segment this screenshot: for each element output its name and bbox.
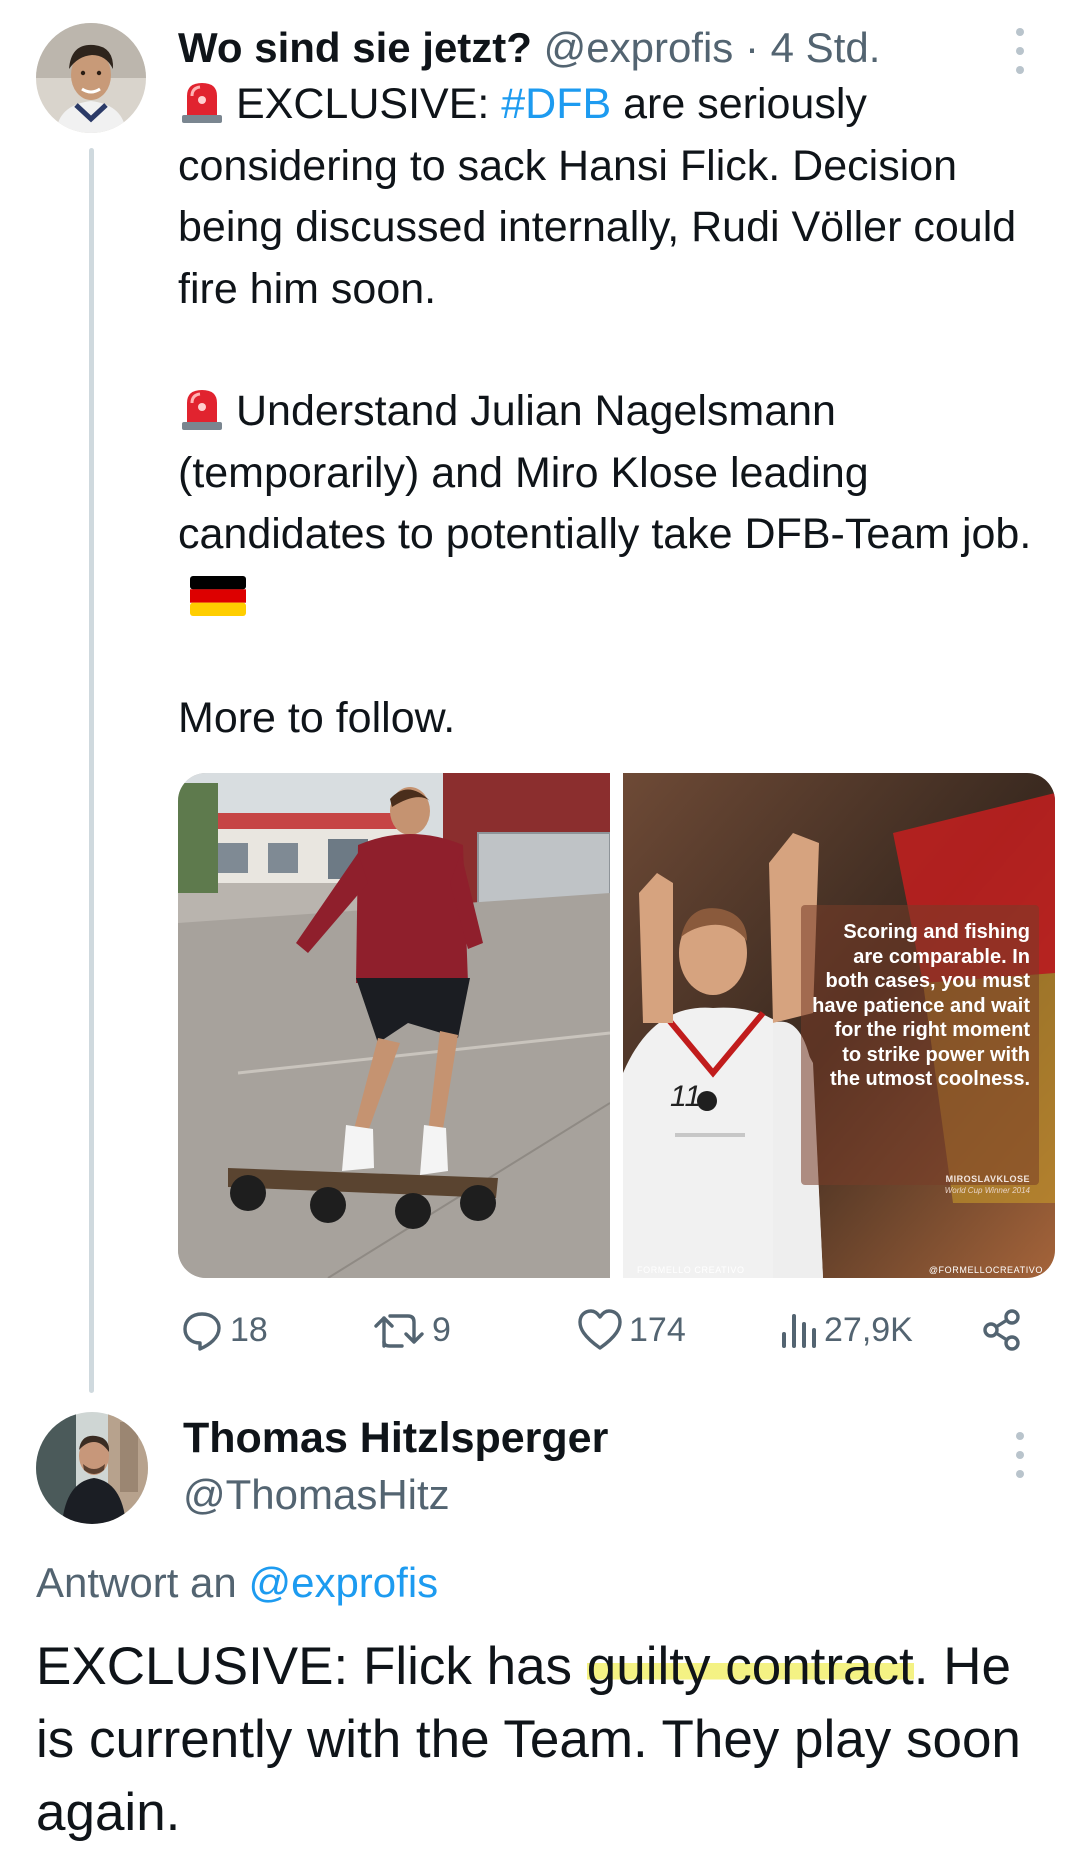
police-light-icon — [182, 390, 222, 430]
para2-text: Understand Julian Nagelsmann (temporaril… — [178, 387, 1032, 558]
view-count: 27,9K — [824, 1310, 913, 1349]
views-chart-icon — [782, 1314, 816, 1348]
like-button[interactable]: 174 — [577, 1300, 686, 1360]
like-count: 174 — [629, 1310, 686, 1349]
tweet-text-paragraph-1: EXCLUSIVE: #DFB are seriously considerin… — [178, 74, 1048, 320]
more-options-icon[interactable] — [1010, 28, 1030, 74]
share-button[interactable] — [980, 1300, 1024, 1360]
germany-flag-icon — [190, 575, 246, 616]
timestamp[interactable]: 4 Std. — [771, 24, 881, 71]
image-footer: FORMELLO CREATIVO @FORMELLOCREATIVO — [625, 1262, 1055, 1278]
highlighted-text: guilty contract — [586, 1637, 914, 1696]
quote-text: Scoring and fishing are comparable. In b… — [812, 921, 1030, 1090]
retweet-button[interactable]: 9 — [372, 1300, 451, 1360]
police-light-icon — [182, 83, 222, 123]
author-handle[interactable]: @exprofis — [544, 24, 734, 71]
author-handle[interactable]: @ThomasHitz — [183, 1468, 450, 1522]
para3-text: More to follow. — [178, 694, 456, 742]
views-button[interactable]: 27,9K — [778, 1300, 913, 1360]
author-name[interactable]: Thomas Hitzlsperger — [183, 1411, 608, 1465]
reply-context: Antwort an @exprofis — [36, 1556, 438, 1610]
jersey-number: 11 — [670, 1080, 702, 1113]
more-options-icon[interactable] — [1010, 1432, 1030, 1478]
reply-icon — [183, 1312, 221, 1351]
author-name[interactable]: Wo sind sie jetzt? — [178, 24, 532, 71]
tweet-header: Wo sind sie jetzt? @exprofis · 4 Std. — [178, 22, 1008, 74]
reply-mention-link[interactable]: @exprofis — [248, 1559, 438, 1606]
reply-button[interactable]: 18 — [180, 1300, 268, 1360]
footer-left: FORMELLO CREATIVO — [637, 1265, 745, 1275]
avatar-exprofis[interactable] — [36, 23, 146, 133]
retweet-icon — [374, 1314, 424, 1348]
quote-author: MIROSLAVKLOSE — [945, 1174, 1030, 1184]
reply-prefix: Antwort an — [36, 1559, 249, 1606]
retweet-count: 9 — [432, 1310, 451, 1349]
tweet-text-paragraph-2: Understand Julian Nagelsmann (temporaril… — [178, 381, 1048, 627]
footer-right: @FORMELLOCREATIVO — [928, 1265, 1043, 1275]
hashtag-link[interactable]: #DFB — [501, 80, 611, 128]
text-before: EXCLUSIVE: Flick has — [36, 1637, 587, 1696]
reply-count: 18 — [230, 1310, 268, 1349]
tweet-text-paragraph-3: More to follow. — [178, 688, 1048, 750]
tweet-text: EXCLUSIVE: Flick has guilty contract. He… — [36, 1630, 1056, 1849]
separator-dot: · — [744, 24, 759, 71]
heart-icon — [578, 1309, 622, 1350]
thread-line — [89, 148, 94, 1393]
action-bar: 18 9 174 27,9K — [0, 1300, 1079, 1360]
quote-subtitle: World Cup Winner 2014 — [944, 1186, 1030, 1195]
para1-prefix: EXCLUSIVE: — [236, 80, 502, 128]
avatar-thomashitz[interactable] — [36, 1412, 148, 1524]
photo-skateboard[interactable] — [178, 773, 610, 1278]
share-icon — [983, 1309, 1020, 1351]
